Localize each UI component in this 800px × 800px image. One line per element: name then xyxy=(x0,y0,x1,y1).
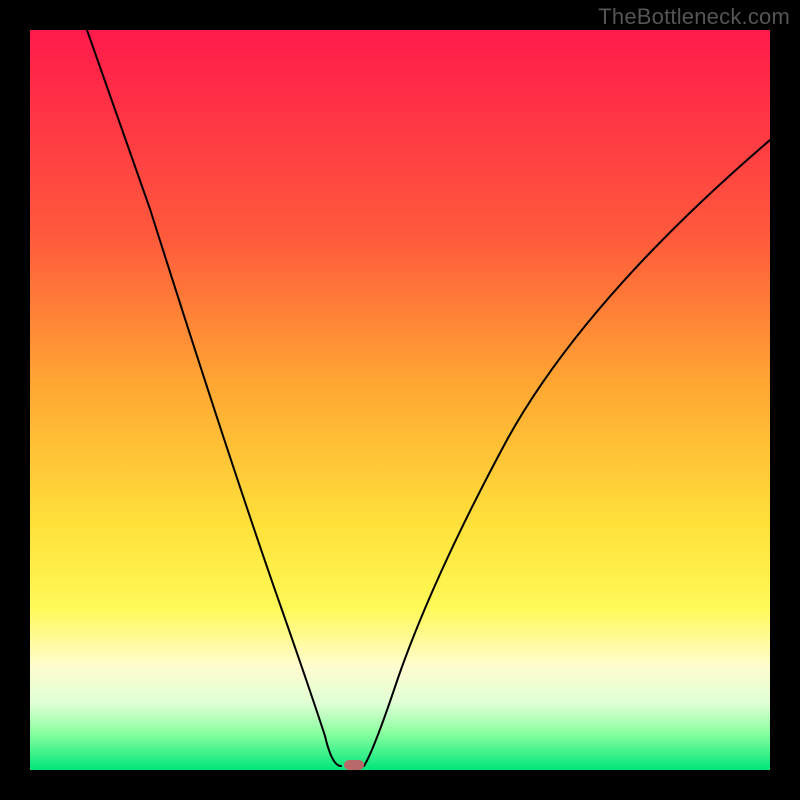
chart-container: TheBottleneck.com xyxy=(0,0,800,800)
watermark-text: TheBottleneck.com xyxy=(598,4,790,30)
chart-gradient-background xyxy=(30,30,770,770)
